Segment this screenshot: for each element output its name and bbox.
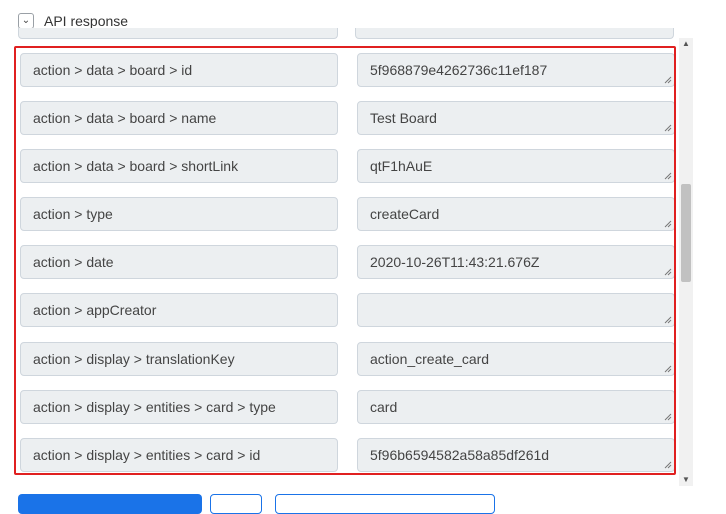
- resize-handle-icon[interactable]: [663, 123, 672, 132]
- vertical-scrollbar[interactable]: ▲ ▼: [679, 38, 693, 486]
- field-value[interactable]: 2020-10-26T11:43:21.676Z: [357, 245, 674, 279]
- previous-key-field: [18, 28, 338, 39]
- field-value[interactable]: card: [357, 390, 674, 424]
- field-value[interactable]: action_create_card: [357, 342, 674, 376]
- field-value-text: Test Board: [370, 110, 437, 126]
- field-value[interactable]: Test Board: [357, 101, 674, 135]
- resize-handle-icon[interactable]: [663, 75, 672, 84]
- field-value-text: card: [370, 399, 398, 415]
- resize-handle-icon[interactable]: [663, 364, 672, 373]
- field-key: action > display > entities > card > typ…: [20, 390, 338, 424]
- field-row: action > data > board > shortLink qtF1hA…: [20, 149, 674, 183]
- resize-handle-icon[interactable]: [663, 315, 672, 324]
- field-row: action > data > board > name Test Board: [20, 101, 674, 135]
- primary-button[interactable]: [18, 494, 202, 514]
- field-row: action > display > entities > card > id …: [20, 438, 674, 472]
- field-key: action > data > board > name: [20, 101, 338, 135]
- chevron-down-icon[interactable]: ⌄: [18, 13, 34, 29]
- field-row: action > date 2020-10-26T11:43:21.676Z: [20, 245, 674, 279]
- field-row: action > data > board > id 5f968879e4262…: [20, 53, 674, 87]
- field-value[interactable]: qtF1hAuE: [357, 149, 674, 183]
- field-value-text: qtF1hAuE: [370, 158, 433, 174]
- field-key: action > display > entities > card > id: [20, 438, 338, 472]
- field-value-text: 5f968879e4262736c11ef187: [370, 62, 548, 78]
- field-value-text: createCard: [370, 206, 440, 222]
- resize-handle-icon[interactable]: [663, 267, 672, 276]
- resize-handle-icon[interactable]: [663, 171, 672, 180]
- scroll-down-icon[interactable]: ▼: [679, 474, 693, 486]
- field-value-text: 5f96b6594582a58a85df261d: [370, 447, 550, 463]
- resize-handle-icon[interactable]: [663, 460, 672, 469]
- field-row: action > display > entities > card > typ…: [20, 390, 674, 424]
- field-value[interactable]: [357, 293, 674, 327]
- previous-value-field[interactable]: [355, 28, 674, 39]
- field-key: action > display > translationKey: [20, 342, 338, 376]
- tertiary-button[interactable]: [275, 494, 495, 514]
- scrollbar-thumb[interactable]: [681, 184, 691, 282]
- field-row: action > display > translationKey action…: [20, 342, 674, 376]
- field-value-text: action_create_card: [370, 351, 490, 367]
- field-value-text: 2020-10-26T11:43:21.676Z: [370, 254, 540, 270]
- field-key: action > date: [20, 245, 338, 279]
- section-title: API response: [44, 13, 129, 29]
- field-row: action > appCreator: [20, 293, 674, 327]
- field-key: action > appCreator: [20, 293, 338, 327]
- field-key: action > data > board > shortLink: [20, 149, 338, 183]
- field-value[interactable]: 5f968879e4262736c11ef187: [357, 53, 674, 87]
- selected-response-fields: action > data > board > id 5f968879e4262…: [14, 46, 676, 475]
- scroll-up-icon[interactable]: ▲: [679, 38, 693, 50]
- field-value[interactable]: createCard: [357, 197, 674, 231]
- secondary-button[interactable]: [210, 494, 262, 514]
- resize-handle-icon[interactable]: [663, 412, 672, 421]
- field-key: action > type: [20, 197, 338, 231]
- field-row: action > type createCard: [20, 197, 674, 231]
- field-value[interactable]: 5f96b6594582a58a85df261d: [357, 438, 674, 472]
- field-key: action > data > board > id: [20, 53, 338, 87]
- resize-handle-icon[interactable]: [663, 219, 672, 228]
